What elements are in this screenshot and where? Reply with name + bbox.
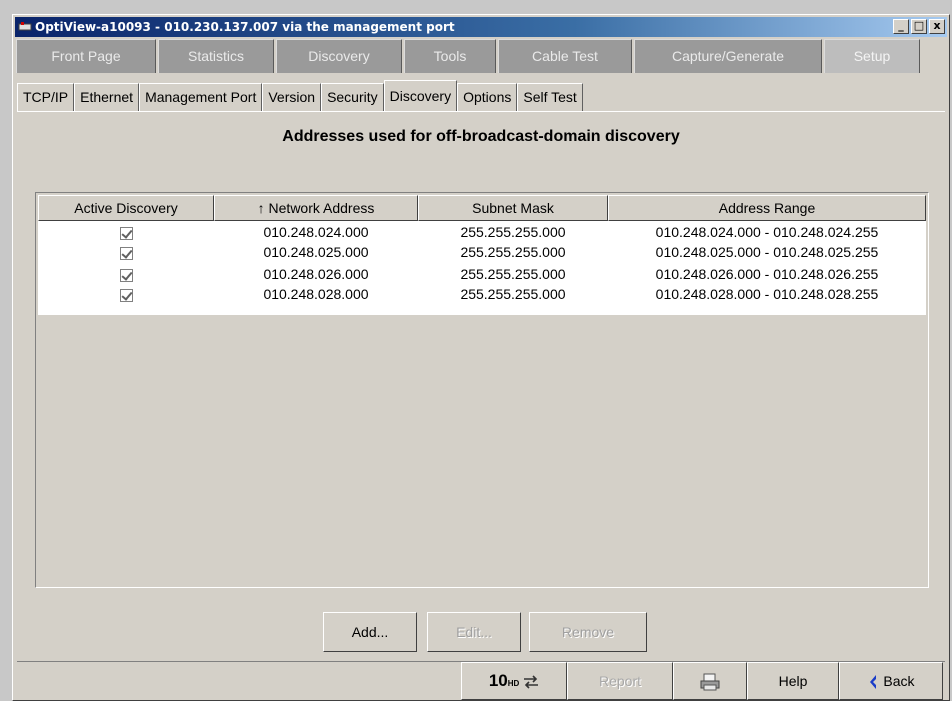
help-button[interactable]: Help (747, 662, 839, 700)
close-button[interactable]: x (929, 19, 945, 34)
table-body: 010.248.024.000 255.255.255.000 010.248.… (38, 221, 926, 315)
subtab-tcpip[interactable]: TCP/IP (17, 83, 75, 111)
subnet-mask-cell: 255.255.255.000 (460, 244, 566, 260)
subtab-ethernet[interactable]: Ethernet (74, 83, 140, 111)
subtab-discovery[interactable]: Discovery (383, 80, 458, 111)
action-buttons: Add... Edit... Remove (17, 612, 945, 652)
print-button[interactable] (673, 662, 747, 700)
remove-button[interactable]: Remove (529, 612, 647, 652)
subnet-mask-cell: 255.255.255.000 (460, 224, 566, 240)
subnet-mask-cell: 255.255.255.000 (460, 266, 566, 282)
window-controls: _ □ x (893, 19, 945, 34)
address-range-cell: 010.248.026.000 - 010.248.026.255 (655, 266, 879, 282)
address-range-cell: 010.248.028.000 - 010.248.028.255 (655, 286, 879, 302)
back-button[interactable]: Back (839, 662, 943, 700)
link-arrows-icon (524, 675, 539, 689)
discovery-panel: Addresses used for off-broadcast-domain … (17, 111, 945, 661)
panel-heading: Addresses used for off-broadcast-domain … (282, 128, 680, 145)
app-window: OptiView-a10093 - 010.230.137.007 via th… (12, 14, 950, 701)
tab-discovery[interactable]: Discovery (276, 39, 402, 73)
subtab-version[interactable]: Version (262, 83, 322, 111)
table-row[interactable]: 010.248.026.000 255.255.255.000 010.248.… (38, 264, 926, 284)
back-arrow-icon (870, 675, 877, 690)
tab-capture-generate[interactable]: Capture/Generate (634, 39, 822, 73)
tab-statistics[interactable]: Statistics (158, 39, 274, 73)
active-discovery-checkbox[interactable] (119, 268, 133, 282)
table-header: Active Discovery ↑ Network Address Subne… (38, 195, 926, 221)
network-address-cell: 010.248.025.000 (263, 244, 369, 260)
subnet-mask-cell: 255.255.255.000 (460, 286, 566, 302)
active-discovery-checkbox[interactable] (119, 288, 133, 302)
minimize-button[interactable]: _ (893, 19, 909, 34)
subtab-self-test[interactable]: Self Test (517, 83, 583, 111)
app-icon (18, 22, 32, 31)
title-bar[interactable]: OptiView-a10093 - 010.230.137.007 via th… (15, 17, 947, 37)
network-address-cell: 010.248.026.000 (263, 266, 369, 282)
tab-setup[interactable]: Setup (824, 39, 920, 73)
tab-cable-test[interactable]: Cable Test (498, 39, 632, 73)
table-row[interactable]: 010.248.024.000 255.255.255.000 010.248.… (38, 222, 926, 242)
subtab-options[interactable]: Options (457, 83, 518, 111)
active-discovery-checkbox[interactable] (119, 226, 133, 240)
subtab-management-port[interactable]: Management Port (139, 83, 263, 111)
tab-tools[interactable]: Tools (404, 39, 496, 73)
printer-icon (700, 673, 720, 691)
table-row[interactable]: 010.248.025.000 255.255.255.000 010.248.… (38, 242, 926, 262)
column-header-active-discovery[interactable]: Active Discovery (38, 195, 214, 221)
active-discovery-checkbox[interactable] (119, 246, 133, 260)
network-address-cell: 010.248.024.000 (263, 224, 369, 240)
column-header-subnet-mask[interactable]: Subnet Mask (418, 195, 608, 221)
maximize-button[interactable]: □ (911, 19, 927, 34)
status-bar: 10HD Report Help Back (17, 661, 945, 700)
column-header-address-range[interactable]: Address Range (608, 195, 926, 221)
address-range-cell: 010.248.024.000 - 010.248.024.255 (655, 224, 879, 240)
address-table: Active Discovery ↑ Network Address Subne… (35, 192, 929, 588)
column-header-network-address[interactable]: ↑ Network Address (214, 195, 418, 221)
edit-button[interactable]: Edit... (427, 612, 521, 652)
tab-front-page[interactable]: Front Page (16, 39, 156, 73)
address-range-cell: 010.248.025.000 - 010.248.025.255 (655, 244, 879, 260)
window-title: OptiView-a10093 - 010.230.137.007 via th… (35, 20, 455, 34)
add-button[interactable]: Add... (323, 612, 417, 652)
back-label: Back (883, 673, 915, 689)
subtab-security[interactable]: Security (321, 83, 384, 111)
main-tab-bar: Front Page Statistics Discovery Tools Ca… (16, 39, 946, 73)
link-speed-value: 10 (488, 671, 508, 690)
network-address-cell: 010.248.028.000 (263, 286, 369, 302)
report-button[interactable]: Report (567, 662, 673, 700)
link-speed-unit: HD (507, 679, 520, 688)
sub-tab-bar: TCP/IP Ethernet Management Port Version … (17, 80, 583, 111)
table-row[interactable]: 010.248.028.000 255.255.255.000 010.248.… (38, 284, 926, 304)
link-speed-button[interactable]: 10HD (461, 662, 567, 700)
